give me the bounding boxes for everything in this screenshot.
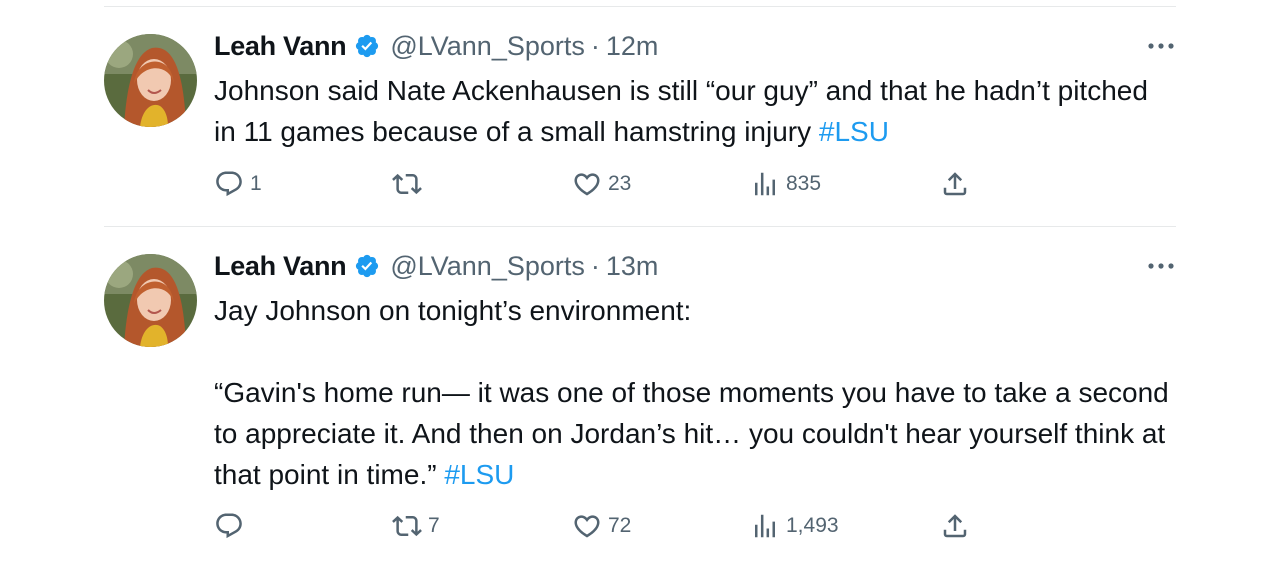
tweet-actions: 7 72 1,493 bbox=[214, 509, 974, 543]
reply-icon bbox=[214, 169, 244, 199]
author-name[interactable]: Leah Vann bbox=[214, 31, 347, 62]
like-button[interactable]: 23 bbox=[572, 167, 631, 201]
more-icon[interactable] bbox=[1146, 36, 1176, 56]
reply-button[interactable]: 1 bbox=[214, 167, 262, 201]
reply-icon bbox=[214, 511, 244, 541]
reply-button[interactable] bbox=[214, 509, 250, 543]
tweet-header: Leah Vann @LVann_Sports · 13m bbox=[214, 248, 658, 284]
views-count: 1,493 bbox=[786, 514, 839, 537]
hashtag-link[interactable]: #LSU bbox=[819, 116, 889, 147]
tweet-text: Jay Johnson on tonight’s environment: “G… bbox=[214, 290, 1174, 495]
views-button[interactable]: 1,493 bbox=[750, 509, 839, 543]
timestamp[interactable]: 13m bbox=[606, 251, 659, 282]
author-handle[interactable]: @LVann_Sports bbox=[390, 31, 585, 62]
like-count: 72 bbox=[608, 514, 632, 537]
share-icon bbox=[940, 169, 970, 199]
tweet-divider bbox=[104, 226, 1176, 227]
avatar[interactable] bbox=[104, 34, 197, 127]
share-icon bbox=[940, 511, 970, 541]
tweet-header: Leah Vann @LVann_Sports · 12m bbox=[214, 28, 658, 64]
share-button[interactable] bbox=[940, 509, 970, 543]
tweet-text-content: Johnson said Nate Ackenhausen is still “… bbox=[214, 75, 1156, 147]
separator-dot: · bbox=[590, 250, 600, 281]
views-button[interactable]: 835 bbox=[750, 167, 821, 201]
retweet-icon bbox=[392, 511, 422, 541]
heart-icon bbox=[572, 511, 602, 541]
like-count: 23 bbox=[608, 172, 632, 195]
retweet-icon bbox=[392, 169, 422, 199]
share-button[interactable] bbox=[940, 167, 970, 201]
reply-count: 1 bbox=[250, 172, 262, 195]
retweet-button[interactable]: 7 bbox=[392, 509, 440, 543]
heart-icon bbox=[572, 169, 602, 199]
author-name[interactable]: Leah Vann bbox=[214, 251, 347, 282]
tweet-text: Johnson said Nate Ackenhausen is still “… bbox=[214, 70, 1174, 152]
top-divider bbox=[104, 6, 1176, 7]
separator-dot: · bbox=[590, 30, 600, 61]
like-button[interactable]: 72 bbox=[572, 509, 631, 543]
tweet-text-content: Jay Johnson on tonight’s environment: “G… bbox=[214, 295, 1169, 490]
retweet-count: 7 bbox=[428, 514, 440, 537]
timestamp[interactable]: 12m bbox=[606, 31, 659, 62]
author-handle[interactable]: @LVann_Sports bbox=[390, 251, 585, 282]
tweet-actions: 1 23 835 bbox=[214, 167, 974, 201]
verified-badge-icon bbox=[354, 33, 380, 59]
retweet-button[interactable] bbox=[392, 167, 428, 201]
hashtag-link[interactable]: #LSU bbox=[444, 459, 514, 490]
more-icon[interactable] bbox=[1146, 256, 1176, 276]
views-icon bbox=[750, 511, 780, 541]
verified-badge-icon bbox=[354, 253, 380, 279]
avatar[interactable] bbox=[104, 254, 197, 347]
views-count: 835 bbox=[786, 172, 822, 195]
views-icon bbox=[750, 169, 780, 199]
